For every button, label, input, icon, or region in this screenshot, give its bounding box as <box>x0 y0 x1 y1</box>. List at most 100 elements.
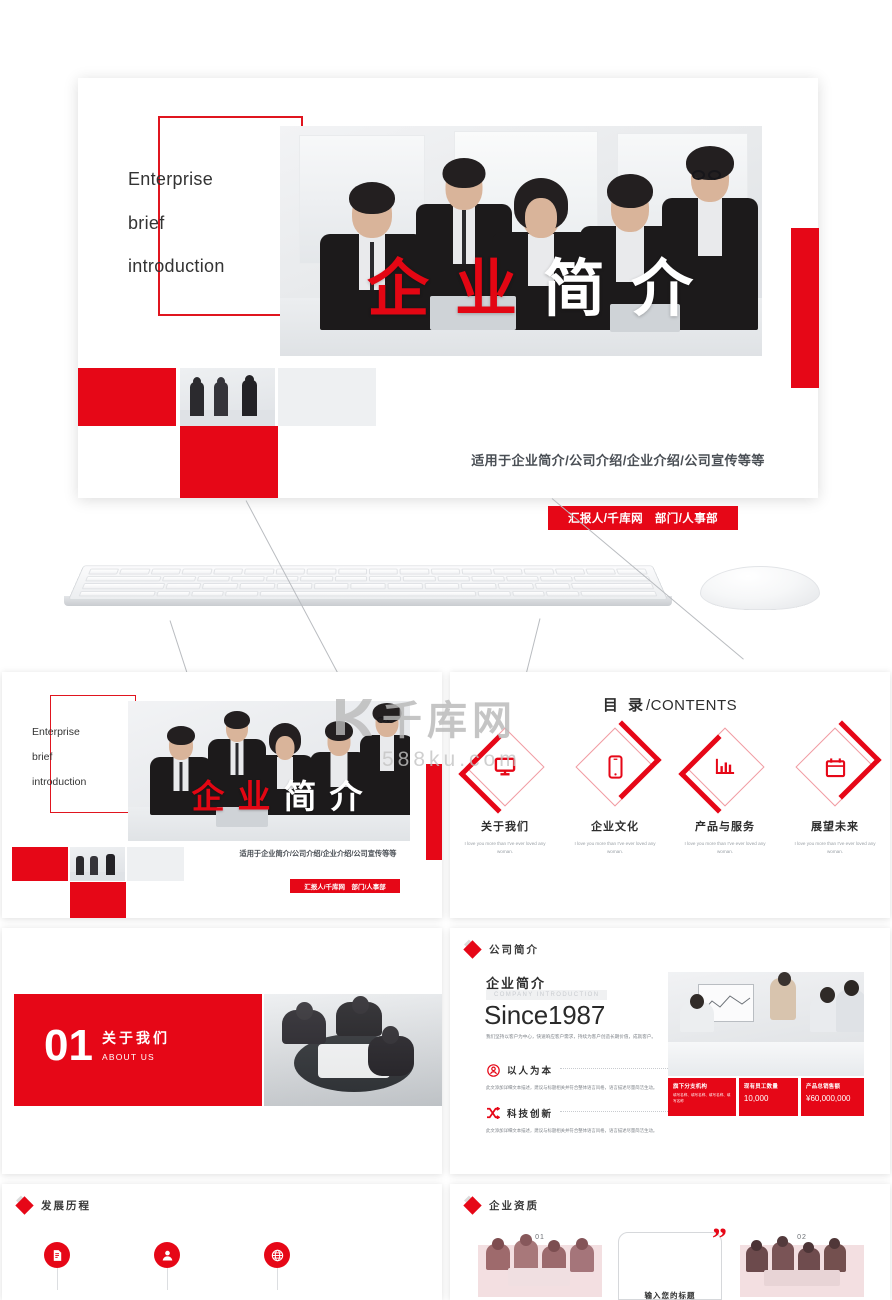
diamond-bullet-icon <box>463 940 482 959</box>
contents-desc-2: I love you more than I've ever loved any… <box>574 841 656 854</box>
company-intro-heading-en: COMPANY INTRODUCTION <box>486 990 608 1000</box>
timeline-node-spacer <box>332 1242 442 1290</box>
quote-mark-icon: ” <box>712 1222 727 1255</box>
hero-subtitle: 适用于企业简介/公司介绍/企业介绍/公司宣传等等 <box>471 453 765 468</box>
mini-grey-square <box>127 847 184 881</box>
mini-char-1: 企 <box>191 777 225 816</box>
contents-item-1[interactable]: 关于我们 I love you more than I've ever love… <box>450 727 560 856</box>
qualification-card-caption: 输入您的标题 <box>644 1291 696 1300</box>
contents-label-1: 关于我们 <box>481 821 529 833</box>
timeline-header: 发展历程 <box>15 1196 91 1215</box>
qualification-header: 企业资质 <box>463 1196 539 1215</box>
diamond-1 <box>458 727 545 814</box>
mini-handshake-photo <box>70 847 125 881</box>
company-presentation-photo <box>668 972 864 1076</box>
title-slide: Enterprise brief introduction 企 业 简 介 适用… <box>78 78 819 530</box>
mini-chinese-title: 企 业 简 介 <box>152 780 402 813</box>
feature-dotted-rule-2 <box>560 1111 668 1112</box>
keyboard-top <box>68 565 668 600</box>
mini-char-4: 介 <box>329 777 363 816</box>
shuffle-icon <box>486 1106 500 1120</box>
thumb-slide-company-intro[interactable]: 公司简介 企业简介 COMPANY INTRODUCTION Since1987… <box>450 928 890 1174</box>
qualification-item-2[interactable]: 02 <box>740 1234 864 1297</box>
company-intro-paragraph: 我们坚持以客户为中心，快速响应客户需求，持续为客户创造长期价值，成就客户。 <box>486 1034 656 1039</box>
stat-card-3: 产品总销售额 ¥60,000,000 <box>801 1078 864 1116</box>
mini-presenter-badge: 汇报人/千库网 部门/人事部 <box>290 879 400 893</box>
mini-team-photo <box>128 701 410 841</box>
company-feature-2-desc: 此文添加详细文本描述，建议与标题相关并符合整体语言风格，语言描述尽量简洁生动。 <box>486 1128 658 1133</box>
timeline-stem-1 <box>56 1268 58 1290</box>
calendar-icon <box>796 728 874 806</box>
thumb-slide-timeline[interactable]: 发展历程 <box>2 1184 442 1300</box>
contents-label-3: 产品与服务 <box>695 821 755 833</box>
feature-dotted-rule-1 <box>560 1068 668 1069</box>
timeline-node-1[interactable] <box>2 1242 112 1290</box>
qualification-item-1[interactable]: 01 <box>478 1234 602 1297</box>
thumb-slide-title[interactable]: Enterprise brief introduction 企 业 简 介 适用… <box>2 672 442 918</box>
stat-sub-1: 填写名称、填写名称、填写名称、填写名称 <box>673 1093 731 1104</box>
decor-red-square-2 <box>180 426 278 498</box>
stat-label-3: 产品总销售额 <box>806 1084 841 1090</box>
poster-canvas: Enterprise brief introduction 企 业 简 介 适用… <box>0 0 892 1300</box>
section-title-en: ABOUT US <box>102 1052 155 1062</box>
hero-team-photo <box>280 126 762 356</box>
stat-value-2: 10,000 <box>743 1094 769 1103</box>
company-intro-header-text: 公司简介 <box>489 944 539 956</box>
contents-item-list: 关于我们 I love you more than I've ever love… <box>450 720 890 856</box>
company-intro-header: 公司简介 <box>463 940 539 959</box>
contents-item-4[interactable]: 展望未来 I love you more than I've ever love… <box>780 720 890 856</box>
contents-desc-4: I love you more than I've ever loved any… <box>794 841 876 854</box>
company-stats-row: 旗下分支机构 填写名称、填写名称、填写名称、填写名称 现有员工数量 10,000… <box>668 1078 864 1116</box>
stat-card-2: 现有员工数量 10,000 <box>738 1078 798 1116</box>
qualification-photo-2 <box>740 1236 864 1297</box>
keyboard-keys <box>78 568 658 597</box>
stat-value-3: ¥60,000,000 <box>806 1094 851 1103</box>
thumb-slide-section-divider[interactable]: 01 关于我们 ABOUT US <box>2 928 442 1174</box>
mouse-illustration <box>700 566 820 610</box>
contents-item-3[interactable]: 产品与服务 I love you more than I've ever lov… <box>670 727 780 856</box>
thumb-slide-contents[interactable]: 目 录/CONTENTS 关于我们 I love you more than I… <box>450 672 890 918</box>
mini-char-3: 简 <box>283 777 317 816</box>
contents-item-2[interactable]: 企业文化 I love you more than I've ever love… <box>560 720 670 856</box>
qualification-photo-1 <box>478 1234 602 1297</box>
company-feature-2: 科技创新 此文添加详细文本描述，建议与标题相关并符合整体语言风格，语言描述尽量简… <box>486 1106 668 1135</box>
timeline-stem-3 <box>276 1268 278 1290</box>
mouse-body <box>700 566 820 610</box>
decor-grey-square <box>278 368 376 426</box>
contents-label-2: 企业文化 <box>591 821 639 833</box>
mini-subtitle: 适用于企业简介/公司介绍/企业介绍/公司宣传等等 <box>239 849 397 858</box>
section-title-cn: 关于我们 <box>102 1030 170 1046</box>
timeline-stem-2 <box>166 1268 168 1290</box>
mini-red-square-2 <box>70 882 126 918</box>
company-feature-1-title: 以人为本 <box>507 1066 554 1077</box>
contents-title-cn: 目 录 <box>602 697 646 714</box>
timeline-node-2[interactable] <box>112 1242 222 1290</box>
qualification-header-text: 企业资质 <box>489 1200 539 1212</box>
bar-chart-icon <box>686 728 764 806</box>
keyboard-illustration <box>60 558 680 618</box>
mini-red-square-1 <box>12 847 68 881</box>
monitor-icon <box>466 728 544 806</box>
diamond-bullet-icon <box>15 1196 34 1215</box>
timeline-header-text: 发展历程 <box>41 1200 91 1212</box>
thumb-slide-qualification[interactable]: 企业资质 01 ” 输入您的标题 02 <box>450 1184 890 1300</box>
globe-icon <box>264 1242 290 1268</box>
contents-title-en: CONTENTS <box>650 697 738 714</box>
phone-icon <box>576 728 654 806</box>
stat-card-1: 旗下分支机构 填写名称、填写名称、填写名称、填写名称 <box>668 1078 736 1116</box>
diamond-2 <box>575 720 662 807</box>
contents-title: 目 录/CONTENTS <box>450 694 890 715</box>
diamond-3 <box>678 727 765 814</box>
company-feature-2-title: 科技创新 <box>507 1109 554 1120</box>
timeline-node-list <box>2 1242 442 1290</box>
mini-char-2: 业 <box>237 777 271 816</box>
stat-label-2: 现有员工数量 <box>743 1084 779 1090</box>
section-meeting-photo <box>264 994 442 1106</box>
mini-red-bar <box>426 764 442 860</box>
decor-red-square-1 <box>78 368 176 426</box>
company-intro-since: Since1987 <box>484 1000 606 1030</box>
document-icon <box>44 1242 70 1268</box>
timeline-node-3[interactable] <box>222 1242 332 1290</box>
section-number: 01 <box>44 1021 93 1070</box>
contents-label-4: 展望未来 <box>811 821 859 833</box>
